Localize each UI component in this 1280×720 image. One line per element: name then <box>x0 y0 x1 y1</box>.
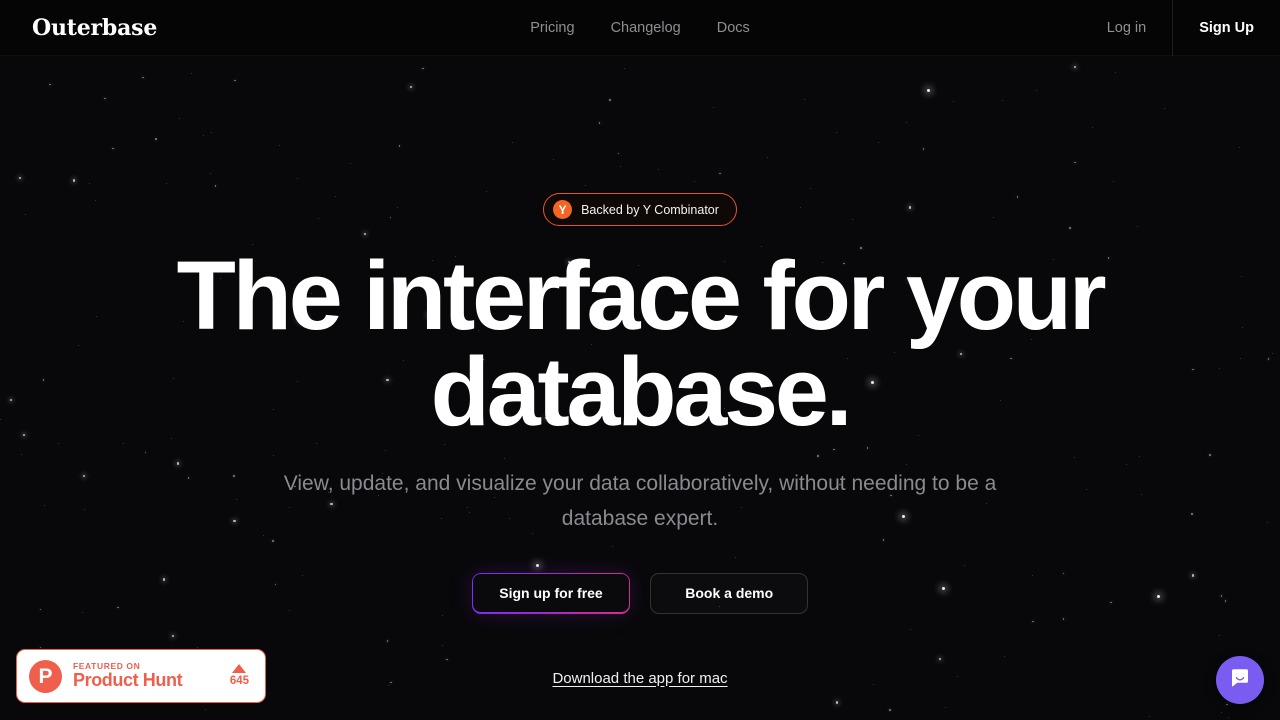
primary-navigation: Pricing Changelog Docs <box>530 0 750 56</box>
header-actions: Log in Sign Up <box>1081 0 1280 56</box>
signup-for-free-button[interactable]: Sign up for free <box>472 573 630 614</box>
yc-badge-label: Backed by Y Combinator <box>581 203 719 217</box>
product-hunt-text: FEATURED ON Product Hunt <box>73 661 219 691</box>
chat-launcher-button[interactable] <box>1216 656 1264 704</box>
signup-button[interactable]: Sign Up <box>1173 0 1280 56</box>
nav-link-docs[interactable]: Docs <box>717 20 750 36</box>
site-header: Outerbase Pricing Changelog Docs Log in … <box>0 0 1280 56</box>
book-a-demo-button[interactable]: Book a demo <box>650 573 808 614</box>
brand-logo[interactable]: Outerbase <box>32 15 157 41</box>
product-hunt-badge[interactable]: P FEATURED ON Product Hunt 645 <box>16 649 266 703</box>
y-combinator-icon: Y <box>553 200 572 219</box>
nav-link-changelog[interactable]: Changelog <box>611 20 681 36</box>
chat-bubble-icon <box>1228 666 1252 695</box>
signup-for-free-label: Sign up for free <box>473 574 628 612</box>
upvote-count: 645 <box>230 676 249 688</box>
yc-badge[interactable]: Y Backed by Y Combinator <box>543 193 737 226</box>
cta-button-row: Sign up for free Book a demo <box>472 573 808 614</box>
download-mac-app-link[interactable]: Download the app for mac <box>552 670 727 687</box>
hero-subtitle: View, update, and visualize your data co… <box>250 466 1030 537</box>
product-hunt-icon: P <box>29 660 62 693</box>
product-hunt-name: Product Hunt <box>73 671 219 691</box>
landing-page: Outerbase Pricing Changelog Docs Log in … <box>0 0 1280 720</box>
hero-section: Y Backed by Y Combinator The interface f… <box>0 56 1280 720</box>
login-link[interactable]: Log in <box>1081 0 1173 56</box>
upvote-arrow-icon <box>232 664 246 673</box>
page-title: The interface for your database. <box>135 248 1145 440</box>
product-hunt-upvote[interactable]: 645 <box>230 664 253 688</box>
nav-link-pricing[interactable]: Pricing <box>530 20 574 36</box>
